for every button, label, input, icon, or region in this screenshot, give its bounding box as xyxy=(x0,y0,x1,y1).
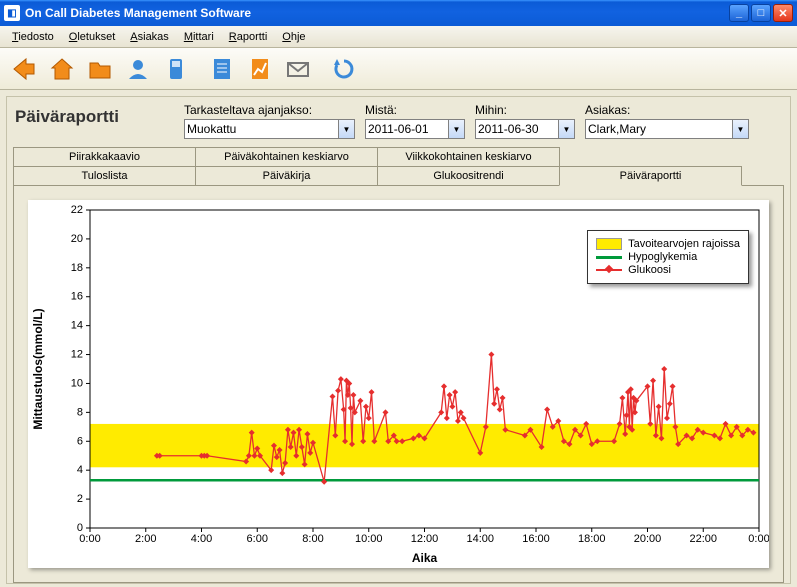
back-icon[interactable] xyxy=(6,51,42,87)
legend-hypo: Hypoglykemia xyxy=(628,251,697,263)
svg-text:18: 18 xyxy=(71,262,83,274)
tab-results[interactable]: Tuloslista xyxy=(13,166,196,185)
menu-report[interactable]: Raportti xyxy=(223,29,274,45)
svg-text:Aika: Aika xyxy=(412,551,438,565)
menu-client[interactable]: Asiakas xyxy=(124,29,175,45)
toolbar xyxy=(0,48,797,90)
legend-glucose: Glukoosi xyxy=(628,264,671,276)
menu-help[interactable]: Ohje xyxy=(276,29,311,45)
refresh-icon[interactable] xyxy=(326,51,362,87)
mail-icon[interactable] xyxy=(280,51,316,87)
menubar: Tiedosto Oletukset Asiakas Mittari Rapor… xyxy=(0,26,797,48)
menu-defaults[interactable]: Oletukset xyxy=(63,29,121,45)
svg-text:20: 20 xyxy=(71,233,83,245)
tab-diary[interactable]: Päiväkirja xyxy=(195,166,378,185)
chevron-down-icon[interactable]: ▼ xyxy=(339,119,355,139)
legend-target: Tavoitearvojen rajoissa xyxy=(628,238,740,250)
tabs: Piirakkakaavio Päiväkohtainen keskiarvo … xyxy=(13,147,784,583)
svg-text:Mittaustulos(mmol/L): Mittaustulos(mmol/L) xyxy=(31,308,45,429)
legend: Tavoitearvojen rajoissa Hypoglykemia Glu… xyxy=(587,230,749,284)
svg-text:22:00: 22:00 xyxy=(689,533,717,545)
window-title: On Call Diabetes Management Software xyxy=(25,6,729,20)
svg-text:12:00: 12:00 xyxy=(411,533,439,545)
tab-day-report[interactable]: Päiväraportti xyxy=(559,166,742,186)
open-icon[interactable] xyxy=(82,51,118,87)
tab-trend[interactable]: Glukoositrendi xyxy=(377,166,560,185)
svg-text:2:00: 2:00 xyxy=(135,533,156,545)
svg-text:20:00: 20:00 xyxy=(634,533,662,545)
graph-icon[interactable] xyxy=(242,51,278,87)
period-label: Tarkasteltava ajanjakso: xyxy=(184,103,359,117)
chevron-down-icon[interactable]: ▼ xyxy=(733,119,749,139)
svg-text:22: 22 xyxy=(71,204,83,216)
device-icon[interactable] xyxy=(158,51,194,87)
svg-text:16: 16 xyxy=(71,291,83,303)
svg-text:10: 10 xyxy=(71,377,83,389)
titlebar: ◧ On Call Diabetes Management Software _… xyxy=(0,0,797,26)
svg-text:8: 8 xyxy=(77,406,83,418)
tab-pie[interactable]: Piirakkakaavio xyxy=(13,147,196,166)
svg-text:14: 14 xyxy=(71,320,83,332)
chart-area: 02468101214161820220:002:004:006:008:001… xyxy=(28,200,769,568)
svg-text:16:00: 16:00 xyxy=(522,533,550,545)
svg-text:12: 12 xyxy=(71,349,83,361)
menu-meter[interactable]: Mittari xyxy=(178,29,220,45)
from-label: Mistä: xyxy=(365,103,469,117)
client-label: Asiakas: xyxy=(585,103,753,117)
svg-text:0:00: 0:00 xyxy=(79,533,100,545)
svg-text:10:00: 10:00 xyxy=(355,533,383,545)
from-date-input[interactable] xyxy=(365,119,449,139)
tab-daily-avg[interactable]: Päiväkohtainen keskiarvo xyxy=(195,147,378,166)
svg-text:18:00: 18:00 xyxy=(578,533,606,545)
chevron-down-icon[interactable]: ▼ xyxy=(559,119,575,139)
close-button[interactable]: ✕ xyxy=(773,4,793,22)
content-panel: Päiväraportti Tarkasteltava ajanjakso: ▼… xyxy=(6,96,791,584)
svg-text:0:00: 0:00 xyxy=(748,533,769,545)
maximize-button[interactable]: □ xyxy=(751,4,771,22)
chevron-down-icon[interactable]: ▼ xyxy=(449,119,465,139)
report-title: Päiväraportti xyxy=(13,103,178,127)
report-icon[interactable] xyxy=(204,51,240,87)
home-icon[interactable] xyxy=(44,51,80,87)
svg-text:2: 2 xyxy=(77,493,83,505)
period-select[interactable] xyxy=(184,119,339,139)
to-date-input[interactable] xyxy=(475,119,559,139)
svg-text:4:00: 4:00 xyxy=(191,533,212,545)
svg-text:14:00: 14:00 xyxy=(466,533,494,545)
to-label: Mihin: xyxy=(475,103,579,117)
minimize-button[interactable]: _ xyxy=(729,4,749,22)
svg-text:8:00: 8:00 xyxy=(302,533,323,545)
patient-icon[interactable] xyxy=(120,51,156,87)
svg-text:6:00: 6:00 xyxy=(247,533,268,545)
menu-file[interactable]: Tiedosto xyxy=(6,29,60,45)
svg-text:4: 4 xyxy=(77,464,83,476)
tab-panel: 02468101214161820220:002:004:006:008:001… xyxy=(13,185,784,583)
app-icon: ◧ xyxy=(4,5,20,21)
tab-weekly-avg[interactable]: Viikkokohtainen keskiarvo xyxy=(377,147,560,166)
client-select[interactable] xyxy=(585,119,733,139)
svg-text:6: 6 xyxy=(77,435,83,447)
